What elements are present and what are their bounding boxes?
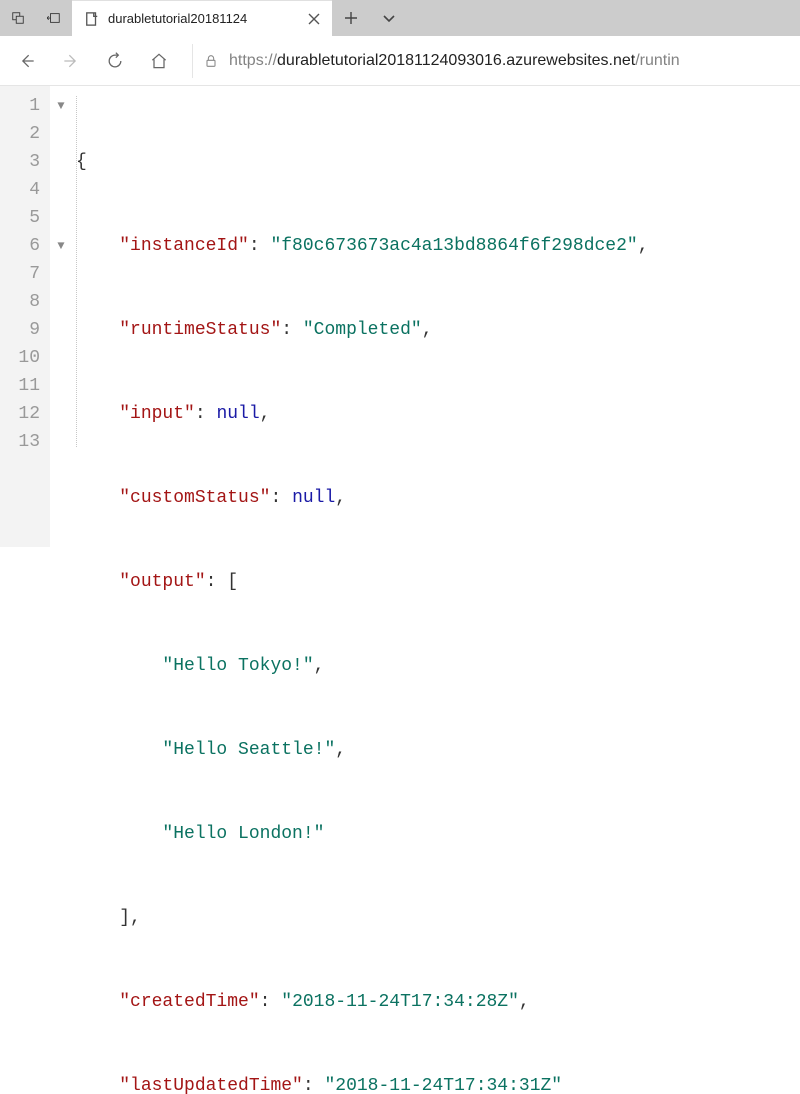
forward-button[interactable]: [52, 42, 90, 80]
fold-column: ▼ ▼: [50, 86, 72, 547]
line-number: 12: [6, 400, 40, 428]
line-number-gutter: 1 2 3 4 5 6 7 8 9 10 11 12 13: [0, 86, 50, 547]
address-bar[interactable]: https://durabletutorial20181124093016.az…: [192, 44, 792, 78]
set-aside-tabs-icon[interactable]: [36, 0, 72, 36]
tab-preview-chevron-icon[interactable]: [370, 0, 408, 36]
json-key: "customStatus": [119, 488, 270, 508]
line-number: 2: [6, 120, 40, 148]
fold-toggle-icon[interactable]: ▼: [50, 232, 72, 260]
json-string: "Completed": [303, 320, 422, 340]
line-number: 4: [6, 176, 40, 204]
line-number: 8: [6, 288, 40, 316]
refresh-button[interactable]: [96, 42, 134, 80]
json-key: "lastUpdatedTime": [119, 1076, 303, 1094]
line-number: 1: [6, 92, 40, 120]
line-number: 7: [6, 260, 40, 288]
url-scheme: https://: [229, 52, 277, 69]
url-text: https://durabletutorial20181124093016.az…: [229, 52, 680, 70]
fold-toggle-icon[interactable]: ▼: [50, 92, 72, 120]
browser-toolbar: https://durabletutorial20181124093016.az…: [0, 36, 800, 86]
browser-tab[interactable]: durabletutorial20181124: [72, 0, 332, 36]
close-tab-icon[interactable]: [306, 11, 322, 27]
json-string: "2018-11-24T17:34:28Z": [281, 992, 519, 1012]
line-number: 10: [6, 344, 40, 372]
tab-title: durabletutorial20181124: [108, 11, 298, 26]
json-string: "Hello London!": [162, 824, 324, 844]
json-null: null: [292, 488, 335, 508]
json-key: "instanceId": [119, 236, 249, 256]
lock-icon: [203, 53, 219, 69]
window-titlebar: durabletutorial20181124: [0, 0, 800, 36]
json-string: "2018-11-24T17:34:31Z": [324, 1076, 562, 1094]
json-string: "Hello Seattle!": [162, 740, 335, 760]
json-viewer: 1 2 3 4 5 6 7 8 9 10 11 12 13 ▼ ▼ { "ins…: [0, 86, 800, 547]
json-string: "f80c673673ac4a13bd8864f6f298dce2": [270, 236, 637, 256]
new-tab-button[interactable]: [332, 0, 370, 36]
page-favicon-icon: [84, 11, 100, 27]
line-number: 13: [6, 428, 40, 456]
line-number: 3: [6, 148, 40, 176]
code-content[interactable]: { "instanceId": "f80c673673ac4a13bd8864f…: [72, 86, 800, 547]
json-key: "runtimeStatus": [119, 320, 281, 340]
tab-actions-icon[interactable]: [0, 0, 36, 36]
line-number: 9: [6, 316, 40, 344]
json-null: null: [216, 404, 259, 424]
json-key: "createdTime": [119, 992, 259, 1012]
fold-guide: [76, 96, 77, 447]
json-string: "Hello Tokyo!": [162, 656, 313, 676]
home-button[interactable]: [140, 42, 178, 80]
back-button[interactable]: [8, 42, 46, 80]
line-number: 11: [6, 372, 40, 400]
url-path: /runtin: [635, 52, 679, 69]
url-host: durabletutorial20181124093016.azurewebsi…: [277, 52, 635, 69]
line-number: 6: [6, 232, 40, 260]
json-key: "input": [119, 404, 195, 424]
line-number: 5: [6, 204, 40, 232]
json-key: "output": [119, 572, 205, 592]
